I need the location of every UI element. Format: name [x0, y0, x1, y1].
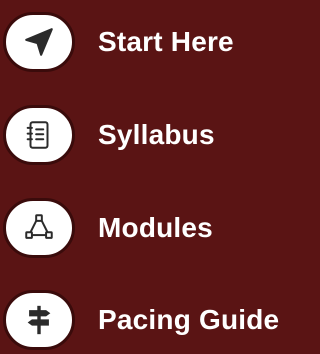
- nav-item-start-here[interactable]: Start Here: [3, 12, 234, 72]
- nav-item-syllabus[interactable]: Syllabus: [3, 105, 215, 165]
- syllabus-icon-button: [3, 105, 75, 165]
- nav-item-label: Syllabus: [98, 119, 215, 150]
- signpost-icon: [27, 305, 51, 335]
- nav-item-modules[interactable]: Modules: [3, 198, 213, 258]
- modules-network-icon: [25, 214, 53, 239]
- nav-item-label: Modules: [98, 212, 213, 243]
- nav-item-label: Pacing Guide: [98, 304, 280, 335]
- notebook-icon: [26, 121, 49, 149]
- nav-item-pacing-guide[interactable]: Pacing Guide: [3, 290, 279, 350]
- nav-item-label: Start Here: [98, 26, 234, 57]
- navigation-arrow-icon: [25, 28, 53, 56]
- modules-icon-button: [3, 198, 75, 258]
- start-here-icon-button: [3, 12, 75, 72]
- pacing-guide-icon-button: [3, 290, 75, 350]
- course-nav-menu: Start Here Syllabus Modules Pacing Guide: [0, 0, 305, 354]
